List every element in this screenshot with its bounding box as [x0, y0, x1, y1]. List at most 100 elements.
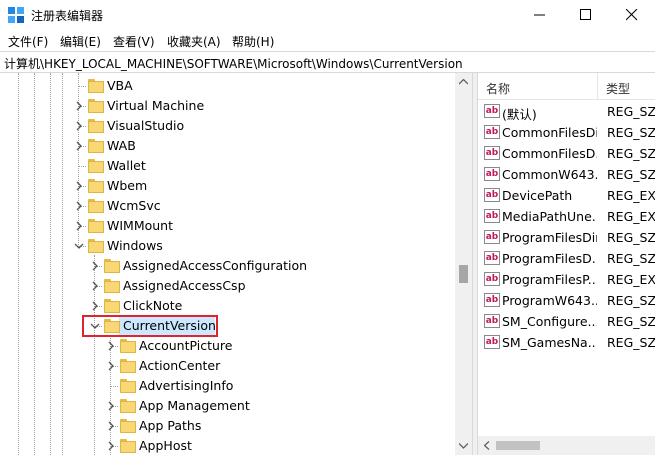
menu-favorites[interactable]: 收藏夹(A)	[167, 33, 221, 50]
column-header-name[interactable]: 名称	[486, 80, 510, 97]
close-button[interactable]	[609, 0, 655, 30]
folder-icon	[120, 419, 136, 433]
menu-edit[interactable]: 编辑(E)	[60, 33, 101, 50]
tree-item[interactable]: AppHost	[0, 436, 455, 455]
values-horizontal-scrollbar[interactable]	[478, 436, 655, 455]
maximize-icon	[580, 9, 591, 20]
menu-bar: 文件(F) 编辑(E) 查看(V) 收藏夹(A) 帮助(H)	[0, 30, 655, 51]
menu-view[interactable]: 查看(V)	[113, 33, 155, 50]
tree-connector-line	[78, 86, 86, 87]
tree-item-label: AssignedAccessCsp	[123, 278, 246, 293]
tree-item[interactable]: Wallet	[0, 156, 455, 176]
chevron-right-icon[interactable]	[105, 360, 117, 372]
tree-item[interactable]: ActionCenter	[0, 356, 455, 376]
tree-item[interactable]: VBA	[0, 76, 455, 96]
address-bar[interactable]: 计算机\HKEY_LOCAL_MACHINE\SOFTWARE\Microsof…	[0, 51, 655, 73]
tree-item[interactable]: AdvertisingInfo	[0, 376, 455, 396]
chevron-right-icon[interactable]	[73, 220, 85, 232]
folder-icon	[88, 119, 104, 133]
tree-item-label: ClickNote	[123, 298, 183, 313]
value-row[interactable]: ab SM_GamesNa... REG_SZ	[478, 332, 655, 353]
value-row[interactable]: ab ProgramFilesD... REG_SZ	[478, 248, 655, 269]
folder-icon	[120, 439, 136, 453]
tree-item-label: Virtual Machine	[107, 98, 205, 113]
values-scroll-thumb[interactable]	[496, 441, 540, 450]
chevron-right-icon[interactable]	[105, 440, 117, 452]
tree-item[interactable]: WAB	[0, 136, 455, 156]
tree-item-label: ActionCenter	[139, 358, 221, 373]
tree-item[interactable]: AssignedAccessConfiguration	[0, 256, 455, 276]
value-type: REG_SZ	[607, 125, 655, 140]
minimize-button[interactable]	[517, 0, 563, 30]
value-row[interactable]: ab SM_Configure... REG_SZ	[478, 311, 655, 332]
registry-editor-icon	[8, 7, 24, 23]
value-row[interactable]: ab DevicePath REG_EXI	[478, 185, 655, 206]
value-type: REG_SZ	[607, 230, 655, 245]
maximize-button[interactable]	[563, 0, 609, 30]
value-type: REG_SZ	[607, 146, 655, 161]
tree-item[interactable]: App Management	[0, 396, 455, 416]
string-value-icon: ab	[484, 272, 500, 286]
tree-item[interactable]: WIMMount	[0, 216, 455, 236]
chevron-right-icon[interactable]	[89, 260, 101, 272]
tree-vertical-scrollbar[interactable]	[455, 73, 472, 455]
value-row[interactable]: ab ProgramW643... REG_SZ	[478, 290, 655, 311]
menu-file[interactable]: 文件(F)	[8, 33, 48, 50]
tree-item[interactable]: WcmSvc	[0, 196, 455, 216]
tree-item[interactable]: AssignedAccessCsp	[0, 276, 455, 296]
scroll-up-arrow-icon[interactable]	[459, 79, 468, 85]
string-value-icon: ab	[484, 335, 500, 349]
chevron-right-icon[interactable]	[105, 340, 117, 352]
value-type: REG_SZ	[607, 335, 655, 350]
key-tree[interactable]: VBA Virtual Machine VisualStudio WAB Wallet W…	[0, 73, 473, 455]
tree-item-label: App Paths	[139, 418, 202, 433]
tree-item-label: AppHost	[139, 438, 192, 453]
chevron-right-icon[interactable]	[73, 120, 85, 132]
folder-icon	[104, 259, 120, 273]
tree-item[interactable]: AccountPicture	[0, 336, 455, 356]
chevron-down-icon[interactable]	[89, 320, 101, 332]
value-row[interactable]: ab (默认) REG_SZ	[478, 101, 655, 122]
chevron-right-icon[interactable]	[105, 400, 117, 412]
column-separator[interactable]	[597, 73, 598, 100]
value-row[interactable]: ab MediaPathUne... REG_EXI	[478, 206, 655, 227]
value-row[interactable]: ab ProgramFilesDir REG_SZ	[478, 227, 655, 248]
scroll-left-arrow-icon[interactable]	[484, 441, 490, 450]
value-type: REG_SZ	[607, 167, 655, 182]
value-row[interactable]: ab CommonW643... REG_SZ	[478, 164, 655, 185]
minimize-icon	[534, 14, 545, 16]
chevron-right-icon[interactable]	[73, 140, 85, 152]
tree-item[interactable]: VisualStudio	[0, 116, 455, 136]
chevron-right-icon[interactable]	[89, 280, 101, 292]
tree-item[interactable]: CurrentVersion	[0, 316, 455, 336]
tree-item[interactable]: ClickNote	[0, 296, 455, 316]
tree-connector-line	[78, 166, 86, 167]
tree-item[interactable]: Wbem	[0, 176, 455, 196]
folder-icon	[88, 99, 104, 113]
chevron-right-icon[interactable]	[105, 420, 117, 432]
title-bar: 注册表编辑器	[0, 0, 655, 30]
chevron-right-icon[interactable]	[73, 100, 85, 112]
value-row[interactable]: ab CommonFilesD... REG_SZ	[478, 143, 655, 164]
folder-icon	[120, 379, 136, 393]
tree-item[interactable]: Virtual Machine	[0, 96, 455, 116]
string-value-icon: ab	[484, 167, 500, 181]
address-path[interactable]: 计算机\HKEY_LOCAL_MACHINE\SOFTWARE\Microsof…	[4, 55, 463, 72]
tree-scroll-thumb[interactable]	[459, 265, 468, 283]
folder-icon	[104, 319, 120, 333]
menu-help[interactable]: 帮助(H)	[232, 33, 274, 50]
column-header-type[interactable]: 类型	[606, 80, 630, 97]
tree-item[interactable]: Windows	[0, 236, 455, 256]
value-row[interactable]: ab ProgramFilesP... REG_EXI	[478, 269, 655, 290]
string-value-icon: ab	[484, 230, 500, 244]
chevron-right-icon[interactable]	[73, 180, 85, 192]
value-type: REG_SZ	[607, 251, 655, 266]
chevron-right-icon[interactable]	[73, 200, 85, 212]
scroll-down-arrow-icon[interactable]	[459, 443, 468, 449]
value-row[interactable]: ab CommonFilesDir REG_SZ	[478, 122, 655, 143]
tree-item-label: VisualStudio	[107, 118, 185, 133]
values-list[interactable]: 名称 类型 ab (默认) REG_SZ ab CommonFilesDir REG_SZ…	[478, 73, 655, 455]
chevron-right-icon[interactable]	[89, 300, 101, 312]
tree-item[interactable]: App Paths	[0, 416, 455, 436]
chevron-down-icon[interactable]	[73, 240, 85, 252]
